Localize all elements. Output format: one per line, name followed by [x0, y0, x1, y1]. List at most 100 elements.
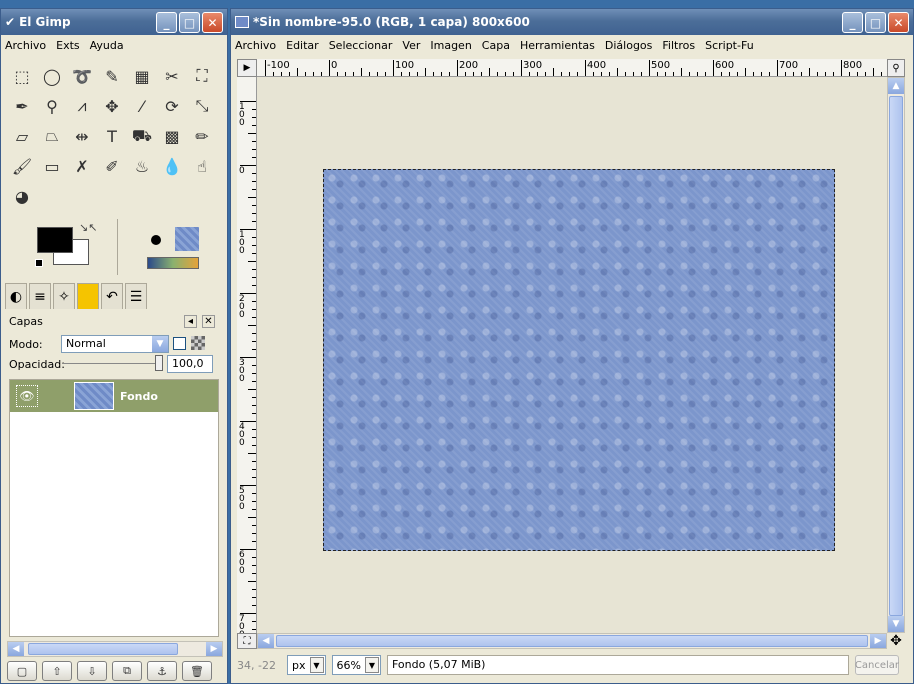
paintbrush-icon[interactable]: 🖌 [7, 151, 37, 181]
menu-archivo[interactable]: Archivo [235, 39, 276, 52]
ink-icon[interactable]: ✐ [97, 151, 127, 181]
foreground-select-icon[interactable]: ⛶ [187, 61, 217, 91]
pencil-icon[interactable]: ✏ [187, 121, 217, 151]
dodge-burn-icon[interactable]: ◕ [7, 181, 37, 211]
zoom-icon[interactable]: ⚲ [887, 59, 905, 77]
menu-seleccionar[interactable]: Seleccionar [329, 39, 393, 52]
airbrush-icon[interactable]: ✗ [67, 151, 97, 181]
blend-icon[interactable]: ▩ [157, 121, 187, 151]
scroll-right-icon[interactable]: ▶ [870, 634, 886, 648]
patterns-tab-icon[interactable] [77, 283, 99, 309]
devices-tab-icon[interactable]: ≡ [29, 283, 51, 309]
menu-ver[interactable]: Ver [402, 39, 420, 52]
pattern-indicator[interactable] [175, 227, 199, 251]
unit-select[interactable]: px ▼ [287, 655, 326, 675]
lasso-icon[interactable]: ➰ [67, 61, 97, 91]
layers-tab-icon[interactable]: ☰ [125, 283, 147, 309]
panel-menu-icon[interactable]: ◂ [184, 315, 197, 328]
horizontal-scrollbar[interactable]: ◀ ▶ [257, 633, 887, 649]
menu-dialogos[interactable]: Diálogos [605, 39, 653, 52]
minimize-button[interactable]: _ [156, 12, 177, 33]
horizontal-ruler[interactable]: -100 0 100 200 300 400 500 600 700 800 [257, 59, 887, 77]
menu-ayuda[interactable]: Ayuda [90, 39, 124, 52]
menu-capa[interactable]: Capa [482, 39, 510, 52]
scroll-left-icon[interactable]: ◀ [8, 642, 24, 656]
chevron-down-icon[interactable]: ▼ [152, 336, 168, 352]
image-titlebar[interactable]: *Sin nombre-95.0 (RGB, 1 capa) 800x600 _… [231, 9, 913, 35]
opacity-slider-handle[interactable] [155, 355, 163, 371]
foreground-color-swatch[interactable] [37, 227, 73, 253]
minimize-button[interactable]: _ [842, 12, 863, 33]
maximize-button[interactable]: □ [179, 12, 200, 33]
scale-icon[interactable]: ⤡ [187, 91, 217, 121]
scroll-up-icon[interactable]: ▲ [888, 78, 904, 94]
mode-select[interactable]: Normal ▼ [61, 335, 169, 353]
undo-tab-icon[interactable]: ↶ [101, 283, 123, 309]
undo-history-tab-icon[interactable]: ✧ [53, 283, 75, 309]
shear-icon[interactable]: ▱ [7, 121, 37, 151]
layers-horizontal-scrollbar[interactable]: ◀ ▶ [7, 641, 223, 657]
navigate-icon[interactable]: ✥ [887, 633, 905, 649]
image-canvas[interactable] [323, 169, 835, 551]
measure-icon[interactable]: ⩘ [67, 91, 97, 121]
menu-editar[interactable]: Editar [286, 39, 319, 52]
cancel-button[interactable]: Cancelar [855, 655, 899, 675]
menu-herramientas[interactable]: Herramientas [520, 39, 595, 52]
chevron-down-icon[interactable]: ▼ [309, 657, 324, 673]
reset-colors-icon[interactable] [35, 259, 43, 267]
scroll-left-icon[interactable]: ◀ [258, 634, 274, 648]
text-icon[interactable]: T [97, 121, 127, 151]
scroll-down-icon[interactable]: ▼ [888, 616, 904, 632]
smudge-icon[interactable]: ☝ [187, 151, 217, 181]
clone-icon[interactable]: ♨ [127, 151, 157, 181]
scroll-thumb[interactable] [889, 96, 903, 616]
menu-filtros[interactable]: Filtros [662, 39, 695, 52]
maximize-button[interactable]: □ [865, 12, 886, 33]
gradient-indicator[interactable] [147, 257, 199, 269]
menu-exts[interactable]: Exts [56, 39, 80, 52]
swap-colors-icon[interactable]: ↘↖ [79, 221, 97, 234]
duplicate-layer-button[interactable]: ⧉ [112, 661, 142, 681]
layer-row[interactable]: 👁 Fondo [10, 380, 218, 412]
scroll-right-icon[interactable]: ▶ [206, 642, 222, 656]
paths-icon[interactable]: ✒ [7, 91, 37, 121]
menu-archivo[interactable]: Archivo [5, 39, 46, 52]
perspective-icon[interactable]: ⏢ [37, 121, 67, 151]
scroll-thumb[interactable] [276, 635, 868, 647]
vertical-ruler[interactable]: 100 0 100 200 300 400 500 600 700 [237, 77, 257, 633]
delete-layer-button[interactable]: 🗑 [182, 661, 212, 681]
close-button[interactable]: ✕ [888, 12, 909, 33]
vertical-scrollbar[interactable]: ▲ ▼ [887, 77, 905, 633]
opacity-slider-track[interactable] [63, 363, 155, 364]
tool-options-tab-icon[interactable]: ◐ [5, 283, 27, 309]
menu-imagen[interactable]: Imagen [430, 39, 471, 52]
blur-icon[interactable]: 💧 [157, 151, 187, 181]
crop-icon[interactable]: ⁄ [127, 91, 157, 121]
flip-icon[interactable]: ⇹ [67, 121, 97, 151]
eraser-icon[interactable]: ▭ [37, 151, 67, 181]
move-icon[interactable]: ✥ [97, 91, 127, 121]
eye-icon[interactable]: 👁 [16, 385, 38, 407]
chevron-down-icon[interactable]: ▼ [364, 657, 379, 673]
toolbox-titlebar[interactable]: ✔ El Gimp _ □ ✕ [1, 9, 227, 35]
rect-select-icon[interactable]: ⬚ [7, 61, 37, 91]
brush-indicator[interactable] [151, 235, 161, 245]
color-select-icon[interactable]: ▦ [127, 61, 157, 91]
color-picker-icon[interactable]: ⚲ [37, 91, 67, 121]
rotate-icon[interactable]: ⟳ [157, 91, 187, 121]
keep-transparency-checkbox[interactable] [173, 337, 186, 350]
panel-close-icon[interactable]: ✕ [202, 315, 215, 328]
menu-script-fu[interactable]: Script-Fu [705, 39, 754, 52]
ellipse-select-icon[interactable]: ◯ [37, 61, 67, 91]
lower-layer-button[interactable]: ⇩ [77, 661, 107, 681]
quick-mask-icon[interactable]: ⛶ [237, 633, 257, 649]
canvas-area[interactable] [257, 77, 887, 633]
bucket-fill-icon[interactable]: ⛟ [127, 121, 157, 151]
magic-wand-icon[interactable]: ✎ [97, 61, 127, 91]
raise-layer-button[interactable]: ⇧ [42, 661, 72, 681]
scissors-select-icon[interactable]: ✂ [157, 61, 187, 91]
scroll-thumb[interactable] [28, 643, 178, 655]
close-button[interactable]: ✕ [202, 12, 223, 33]
zoom-select[interactable]: 66% ▼ [331, 655, 381, 675]
opacity-spinbox[interactable]: 100,0 [167, 355, 213, 373]
